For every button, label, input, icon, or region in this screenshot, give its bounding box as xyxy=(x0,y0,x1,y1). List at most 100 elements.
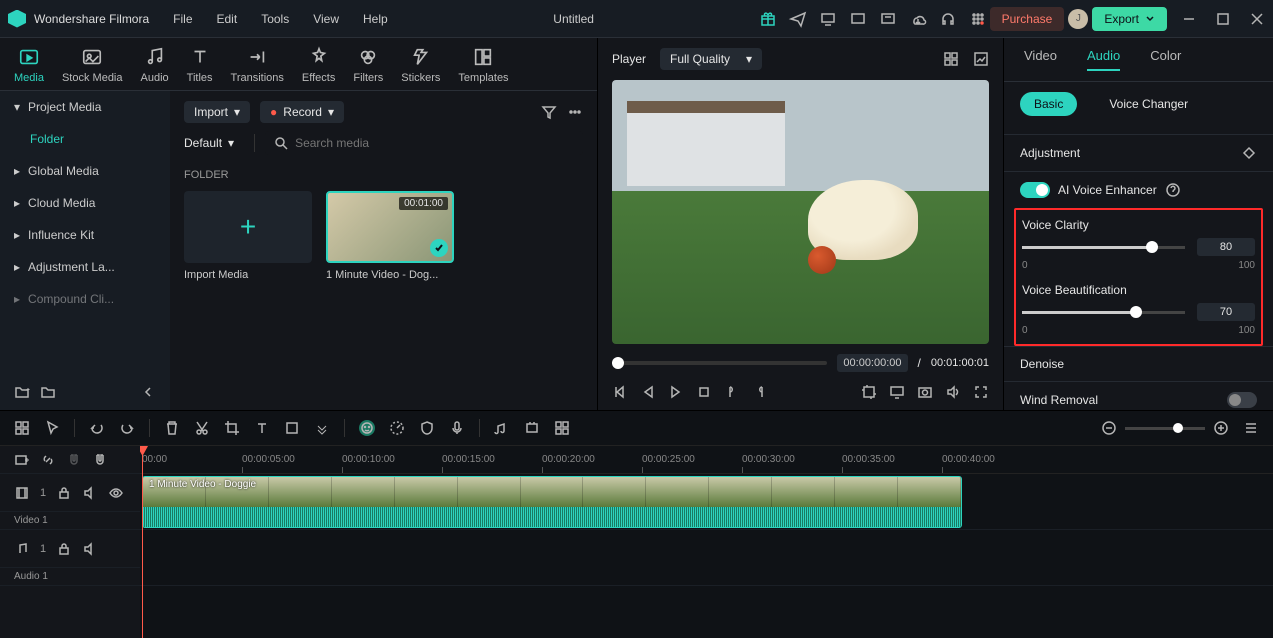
headphones-icon[interactable] xyxy=(940,11,956,27)
record-button[interactable]: ●Record▾ xyxy=(260,101,344,123)
tracks-area[interactable]: 00:00 00:00:05:00 00:00:10:00 00:00:15:0… xyxy=(140,446,1273,638)
paperplane-icon[interactable] xyxy=(790,11,806,27)
help-icon[interactable] xyxy=(1165,182,1181,198)
close-icon[interactable] xyxy=(1249,11,1265,27)
grid2-icon[interactable] xyxy=(554,420,570,436)
redo-icon[interactable] xyxy=(119,420,135,436)
list-icon[interactable] xyxy=(1243,420,1259,436)
menu-tools[interactable]: Tools xyxy=(261,12,289,26)
quality-select[interactable]: Full Quality▾ xyxy=(660,48,762,70)
device-icon[interactable] xyxy=(820,11,836,27)
media-tile-video[interactable]: 00:01:00 1 Minute Video - Dog... xyxy=(326,191,454,281)
tab-audio[interactable]: Audio xyxy=(141,46,169,84)
snapshot-icon[interactable] xyxy=(917,384,933,400)
zoom-in-icon[interactable] xyxy=(1213,420,1229,436)
tab-effects[interactable]: Effects xyxy=(302,46,335,84)
delete-icon[interactable] xyxy=(164,420,180,436)
tab-media[interactable]: Media xyxy=(14,46,44,84)
display-icon[interactable] xyxy=(889,384,905,400)
clarity-value[interactable]: 80 xyxy=(1197,238,1255,256)
prev-frame-icon[interactable] xyxy=(612,384,628,400)
speed-icon[interactable] xyxy=(389,420,405,436)
crop-tl-icon[interactable] xyxy=(224,420,240,436)
lock-icon[interactable] xyxy=(56,541,72,557)
screen1-icon[interactable] xyxy=(850,11,866,27)
audio-mix-icon[interactable] xyxy=(494,420,510,436)
shield-icon[interactable] xyxy=(419,420,435,436)
tab-templates[interactable]: Templates xyxy=(458,46,508,84)
menu-file[interactable]: File xyxy=(173,12,192,26)
timeline-clip[interactable]: 1 Minute Video - Doggie xyxy=(142,476,962,528)
beauty-slider[interactable] xyxy=(1022,311,1185,314)
open-folder-icon[interactable] xyxy=(40,384,56,400)
crop-icon[interactable] xyxy=(861,384,877,400)
zoom-out-icon[interactable] xyxy=(1101,420,1117,436)
menu-edit[interactable]: Edit xyxy=(217,12,238,26)
scrubber[interactable]: 00:00:00:00 / 00:01:00:01 xyxy=(598,344,1003,378)
magnet-off-icon[interactable] xyxy=(66,452,82,468)
subtab-voice-changer[interactable]: Voice Changer xyxy=(1095,92,1202,116)
magnet-icon[interactable] xyxy=(92,452,108,468)
purchase-button[interactable]: Purchase xyxy=(990,7,1065,31)
tab-stock-media[interactable]: Stock Media xyxy=(62,46,123,84)
tab-color[interactable]: Color xyxy=(1150,48,1181,71)
mute-icon[interactable] xyxy=(82,485,98,501)
tab-filters[interactable]: Filters xyxy=(353,46,383,84)
ruler[interactable]: 00:00 00:00:05:00 00:00:10:00 00:00:15:0… xyxy=(140,446,1273,474)
menu-view[interactable]: View xyxy=(313,12,339,26)
sidebar-item-cloud-media[interactable]: ▸Cloud Media xyxy=(0,187,170,219)
undo-icon[interactable] xyxy=(89,420,105,436)
menu-help[interactable]: Help xyxy=(363,12,388,26)
add-track-icon[interactable] xyxy=(14,452,30,468)
fullscreen-icon[interactable] xyxy=(973,384,989,400)
section-denoise[interactable]: Denoise xyxy=(1004,346,1273,381)
image-view-icon[interactable] xyxy=(973,51,989,67)
new-folder-icon[interactable] xyxy=(14,384,30,400)
section-adjustment[interactable]: Adjustment xyxy=(1004,134,1273,171)
minimize-icon[interactable] xyxy=(1181,11,1197,27)
tl-pointer-icon[interactable] xyxy=(44,420,60,436)
tab-titles[interactable]: Titles xyxy=(187,46,213,84)
sidebar-item-global-media[interactable]: ▸Global Media xyxy=(0,155,170,187)
audio-track[interactable] xyxy=(140,530,1273,586)
sidebar-item-adjustment-layer[interactable]: ▸Adjustment La... xyxy=(0,251,170,283)
more-tools-icon[interactable] xyxy=(314,420,330,436)
ai-face-icon[interactable] xyxy=(359,420,375,436)
lock-icon[interactable] xyxy=(56,485,72,501)
maximize-icon[interactable] xyxy=(1215,11,1231,27)
search-field[interactable] xyxy=(265,131,583,155)
beauty-value[interactable]: 70 xyxy=(1197,303,1255,321)
volume-icon[interactable] xyxy=(945,384,961,400)
tab-stickers[interactable]: Stickers xyxy=(401,46,440,84)
tl-square-icon[interactable] xyxy=(284,420,300,436)
tab-video[interactable]: Video xyxy=(1024,48,1057,71)
mute-icon[interactable] xyxy=(82,541,98,557)
video-track-header[interactable]: 1 xyxy=(0,474,140,512)
mic-icon[interactable] xyxy=(449,420,465,436)
audio-track-header[interactable]: 1 xyxy=(0,530,140,568)
tab-audio-inspector[interactable]: Audio xyxy=(1087,48,1120,71)
export-button[interactable]: Export xyxy=(1092,7,1167,31)
sidebar-item-project-media[interactable]: ▾Project Media xyxy=(0,91,170,123)
sidebar-item-folder[interactable]: Folder xyxy=(0,123,170,155)
play-backward-icon[interactable] xyxy=(640,384,656,400)
wind-toggle[interactable] xyxy=(1227,392,1257,408)
collapse-icon[interactable] xyxy=(140,384,156,400)
mark-out-icon[interactable] xyxy=(752,384,768,400)
search-input[interactable] xyxy=(295,136,575,150)
enhancer-toggle[interactable] xyxy=(1020,182,1050,198)
subtab-basic[interactable]: Basic xyxy=(1020,92,1077,116)
link-icon[interactable] xyxy=(40,452,56,468)
clarity-slider[interactable] xyxy=(1022,246,1185,249)
keyframe-diamond-icon[interactable] xyxy=(1241,145,1257,161)
tab-transitions[interactable]: Transitions xyxy=(231,46,284,84)
gift-icon[interactable] xyxy=(760,11,776,27)
import-button[interactable]: Import▾ xyxy=(184,101,250,123)
sidebar-item-compound-clip[interactable]: ▸Compound Cli... xyxy=(0,283,170,315)
cloud-download-icon[interactable] xyxy=(910,11,926,27)
user-avatar[interactable]: J xyxy=(1068,9,1088,29)
cut-icon[interactable] xyxy=(194,420,210,436)
preview-viewport[interactable] xyxy=(612,80,989,344)
grid-view-icon[interactable] xyxy=(943,51,959,67)
screen2-icon[interactable] xyxy=(880,11,896,27)
